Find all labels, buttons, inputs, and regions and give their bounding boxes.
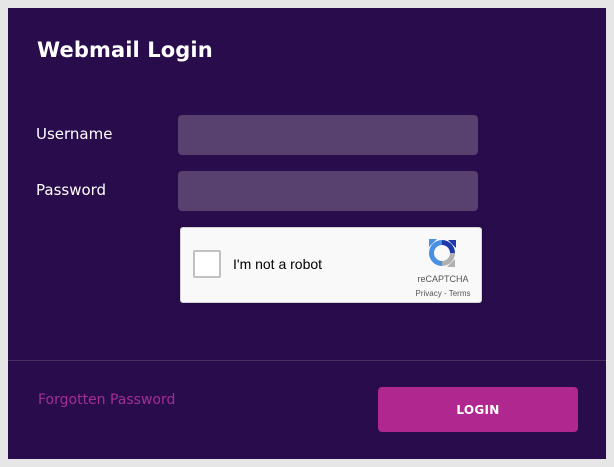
password-input[interactable]: [178, 171, 478, 211]
recaptcha-logo-icon: [429, 239, 456, 267]
recaptcha-links-separator: -: [441, 289, 449, 298]
forgotten-password-link[interactable]: Forgotten Password: [38, 392, 175, 408]
recaptcha-privacy-link[interactable]: Privacy: [416, 289, 442, 298]
recaptcha-brand: reCAPTCHA: [417, 274, 469, 284]
login-button[interactable]: LOGIN: [378, 387, 578, 432]
recaptcha-widget: I'm not a robot reCAPTCHA Privacy - Term…: [180, 227, 482, 303]
password-label: Password: [36, 181, 107, 199]
recaptcha-links: Privacy - Terms: [409, 289, 477, 298]
login-panel: Webmail Login Username Password I'm not …: [8, 8, 606, 459]
username-input[interactable]: [178, 115, 478, 155]
recaptcha-checkbox-label: I'm not a robot: [233, 256, 323, 272]
page-title: Webmail Login: [37, 38, 213, 62]
recaptcha-checkbox[interactable]: [193, 250, 221, 278]
divider: [8, 360, 606, 361]
recaptcha-terms-link[interactable]: Terms: [449, 289, 471, 298]
username-label: Username: [36, 125, 113, 143]
